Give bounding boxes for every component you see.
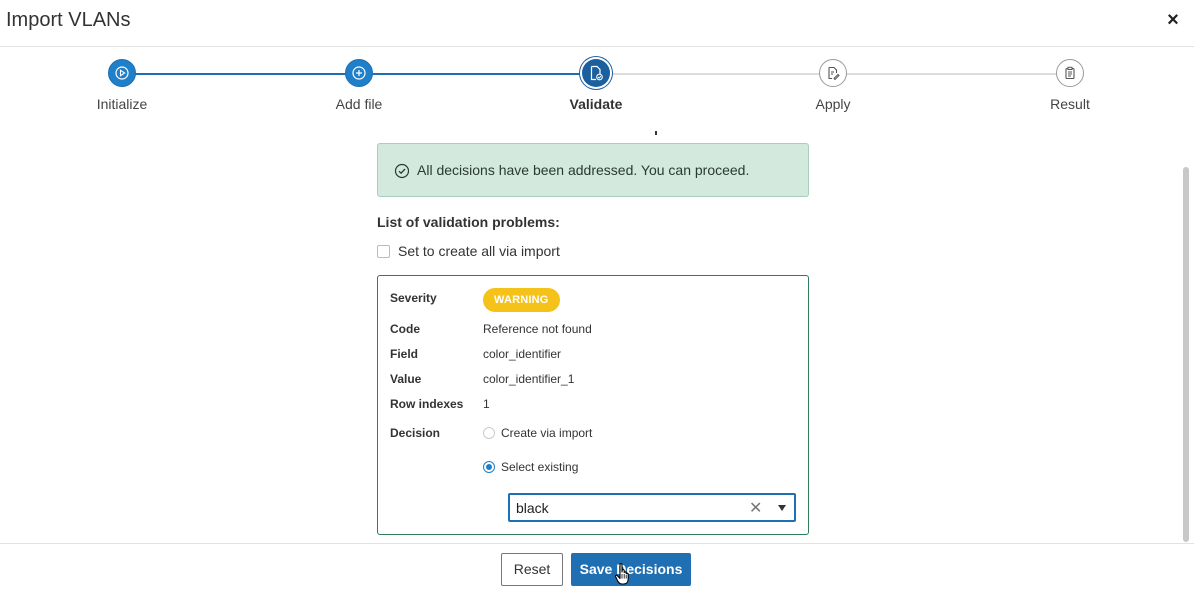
create-via-import-radio[interactable] — [483, 427, 495, 439]
step-validate[interactable]: Validate — [526, 59, 666, 112]
step-result[interactable]: Result — [1000, 59, 1140, 112]
decision-option-create[interactable]: Create via import — [483, 426, 592, 440]
row-indexes-label: Row indexes — [390, 397, 464, 411]
radio-label: Create via import — [501, 426, 593, 440]
decision-label: Decision — [390, 426, 441, 440]
step-add-file[interactable]: Add file — [289, 59, 429, 112]
code-value: Reference not found — [483, 322, 592, 336]
value-label: Value — [390, 372, 422, 386]
step-label: Add file — [335, 96, 383, 112]
plus-circle-icon — [345, 59, 373, 87]
file-edit-icon — [819, 59, 847, 87]
content-scrollbar[interactable] — [1183, 167, 1189, 542]
step-label: Apply — [815, 96, 851, 112]
clear-icon[interactable]: ✕ — [749, 498, 762, 518]
scroll-remnant — [655, 131, 657, 135]
create-all-checkbox[interactable] — [377, 244, 390, 258]
create-all-label: Set to create all via import — [398, 243, 560, 259]
create-all-toggle[interactable]: Set to create all via import — [377, 243, 560, 259]
value-value: color_identifier_1 — [483, 372, 575, 386]
chevron-down-icon[interactable] — [778, 505, 786, 511]
hand-cursor-icon — [614, 563, 629, 585]
step-label: Initialize — [96, 96, 148, 112]
code-label: Code — [390, 322, 420, 336]
step-label: Validate — [569, 96, 623, 112]
validation-problem-card: Severity WARNING Code Reference not foun… — [377, 275, 809, 535]
file-check-icon — [582, 59, 610, 87]
severity-badge: WARNING — [483, 288, 560, 312]
success-alert: All decisions have been addressed. You c… — [377, 143, 809, 197]
field-label: Field — [390, 347, 419, 361]
step-apply[interactable]: Apply — [763, 59, 903, 112]
decision-option-select[interactable]: Select existing — [483, 460, 578, 474]
severity-label: Severity — [390, 291, 437, 305]
existing-value-select[interactable]: black ✕ — [508, 493, 796, 522]
step-label: Result — [1050, 96, 1090, 112]
validation-list-heading: List of validation problems: — [377, 214, 560, 230]
close-button[interactable]: × — [1162, 9, 1184, 31]
reset-button[interactable]: Reset — [501, 553, 563, 586]
row-indexes-value: 1 — [483, 397, 490, 411]
select-existing-radio[interactable] — [483, 461, 495, 473]
clipboard-icon — [1056, 59, 1084, 87]
check-circle-icon — [394, 163, 410, 179]
alert-message: All decisions have been addressed. You c… — [417, 162, 750, 178]
dialog-header: Import VLANs × — [0, 0, 1194, 47]
step-initialize[interactable]: Initialize — [52, 59, 192, 112]
radio-label: Select existing — [501, 460, 579, 474]
select-value: black — [516, 500, 549, 516]
dialog-title: Import VLANs — [6, 9, 131, 31]
play-icon — [108, 59, 136, 87]
wizard-stepper: Initialize Add file Validate Apply Resul… — [0, 47, 1194, 127]
field-value: color_identifier — [483, 347, 562, 361]
